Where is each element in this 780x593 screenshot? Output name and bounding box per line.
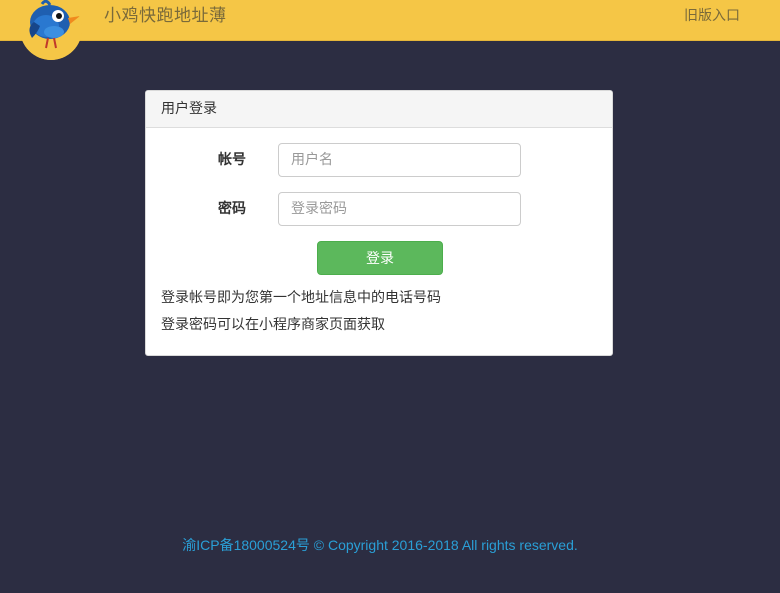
account-hint: 登录帐号即为您第一个地址信息中的电话号码	[161, 290, 441, 306]
password-input[interactable]	[278, 192, 521, 226]
footer-copyright-link[interactable]: 渝ICP备18000524号 © Copyright 2016-2018 All…	[0, 535, 760, 555]
login-panel: 用户登录 帐号 密码 登录 登录帐号即为您第一个地址信息中的电话号码 登录密码可…	[145, 90, 613, 356]
top-navbar: 小鸡快跑地址薄 旧版入口	[0, 0, 780, 60]
old-version-link[interactable]: 旧版入口	[684, 6, 740, 26]
account-input[interactable]	[278, 143, 521, 177]
bird-logo-icon[interactable]	[20, 0, 82, 60]
password-label: 密码	[218, 201, 246, 217]
login-button[interactable]: 登录	[317, 241, 443, 275]
account-label: 帐号	[218, 152, 246, 168]
login-panel-title: 用户登录	[146, 91, 612, 128]
password-hint: 登录密码可以在小程序商家页面获取	[161, 317, 385, 333]
app-title: 小鸡快跑地址薄	[104, 6, 227, 26]
